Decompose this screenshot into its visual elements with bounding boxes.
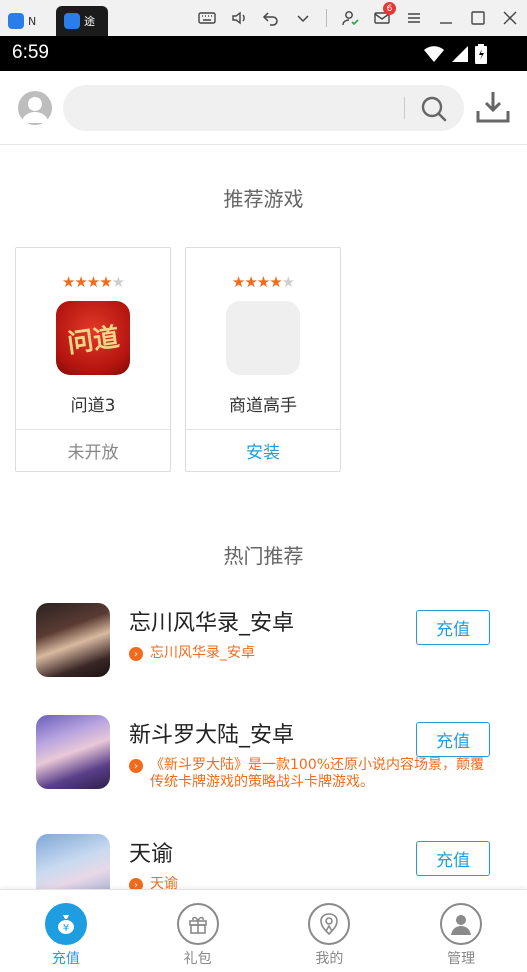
- game-description: › 忘川风华录_安卓: [129, 645, 485, 662]
- game-description: › 《新斗罗大陆》是一款100%还原小说内容场景，颠覆传统卡牌游戏的策略战斗卡牌…: [129, 757, 485, 791]
- menu-icon[interactable]: [405, 9, 423, 27]
- game-title: 新斗罗大陆_安卓: [129, 723, 295, 748]
- toolbar-divider: [326, 9, 327, 27]
- app-header: [0, 71, 527, 145]
- game-card[interactable]: ★★★★★ 问道 问道3 未开放: [15, 247, 171, 472]
- app-tab-icon: [64, 13, 80, 29]
- game-icon: [36, 715, 110, 789]
- nav-item-mine[interactable]: 我的: [264, 890, 396, 972]
- emulator-tab-2[interactable]: 途: [56, 6, 108, 36]
- bottom-nav: ¥ 充值 礼包 我的 管理: [0, 889, 527, 972]
- app-tab-icon: [8, 13, 24, 29]
- search-bar: [63, 85, 464, 131]
- person-icon: [440, 903, 483, 945]
- game-title: 天谕: [129, 842, 174, 867]
- game-icon: 问道: [56, 301, 130, 375]
- list-item[interactable]: 忘川风华录_安卓 › 忘川风华录_安卓 充值: [0, 603, 527, 693]
- game-name: 问道3: [70, 396, 116, 416]
- recharge-button[interactable]: 充值: [416, 722, 490, 757]
- nav-item-recharge[interactable]: ¥ 充值: [0, 890, 132, 972]
- signal-icon: [452, 46, 468, 62]
- status-icons: [423, 44, 487, 64]
- status-time: 6:59: [12, 42, 49, 63]
- mail-badge: 6: [383, 2, 396, 15]
- recharge-button[interactable]: 充值: [416, 841, 490, 876]
- search-input[interactable]: [79, 85, 399, 131]
- emulator-tab-1[interactable]: N: [8, 6, 54, 36]
- minimize-icon[interactable]: [437, 9, 455, 27]
- install-button[interactable]: 安装: [186, 429, 340, 471]
- emulator-toolbar: 6: [198, 2, 519, 30]
- close-icon[interactable]: [501, 9, 519, 27]
- rating-stars: ★★★★★: [231, 273, 295, 291]
- search-divider: [404, 97, 405, 119]
- search-icon[interactable]: [420, 95, 448, 123]
- section-title-recommended: 推荐游戏: [223, 187, 304, 211]
- game-icon-placeholder: [226, 301, 300, 375]
- tab-label: 途: [84, 15, 95, 28]
- nav-label: 充值: [51, 951, 80, 967]
- yen-bag-icon: ¥: [44, 903, 87, 945]
- emulator-titlebar: N 途 6: [0, 0, 527, 36]
- account-icon[interactable]: [341, 9, 359, 27]
- rating-stars: ★★★★★: [61, 273, 125, 291]
- mail-icon[interactable]: 6: [373, 2, 396, 27]
- list-item[interactable]: 新斗罗大陆_安卓 › 《新斗罗大陆》是一款100%还原小说内容场景，颠覆传统卡牌…: [0, 715, 527, 805]
- not-open-button[interactable]: 未开放: [16, 429, 170, 471]
- back-icon[interactable]: [262, 9, 280, 27]
- download-icon[interactable]: [475, 89, 511, 125]
- gift-icon: [176, 903, 219, 945]
- section-title-hot: 热门推荐: [223, 544, 304, 568]
- user-shield-icon: [308, 903, 351, 945]
- volume-icon[interactable]: [230, 9, 248, 27]
- nav-label: 礼包: [183, 951, 212, 967]
- keyboard-icon[interactable]: [198, 9, 216, 27]
- recharge-button[interactable]: 充值: [416, 610, 490, 645]
- game-name: 商道高手: [229, 396, 297, 416]
- battery-icon: [475, 44, 487, 64]
- nav-label: 我的: [315, 951, 344, 967]
- game-card[interactable]: ★★★★★ 商道高手 安装: [185, 247, 341, 472]
- svg-text:¥: ¥: [63, 923, 69, 934]
- game-title: 忘川风华录_安卓: [129, 611, 295, 636]
- game-description-text: 《新斗罗大陆》是一款100%还原小说内容场景，颠覆传统卡牌游戏的策略战斗卡牌游戏…: [150, 757, 485, 790]
- nav-label: 管理: [447, 951, 476, 967]
- game-description-text: 忘川风华录_安卓: [150, 645, 255, 661]
- game-icon: [36, 603, 110, 677]
- avatar[interactable]: [18, 91, 52, 125]
- chevron-down-icon[interactable]: [294, 9, 312, 27]
- wifi-icon: [424, 46, 444, 62]
- game-icon-logo-text: 问道: [65, 322, 122, 359]
- tab-label: N: [28, 14, 37, 28]
- arrow-right-icon: ›: [129, 759, 143, 773]
- arrow-right-icon: ›: [129, 647, 143, 661]
- nav-item-manage[interactable]: 管理: [395, 890, 527, 972]
- nav-item-gift[interactable]: 礼包: [132, 890, 264, 972]
- status-bar: 6:59: [0, 36, 527, 71]
- maximize-icon[interactable]: [469, 9, 487, 27]
